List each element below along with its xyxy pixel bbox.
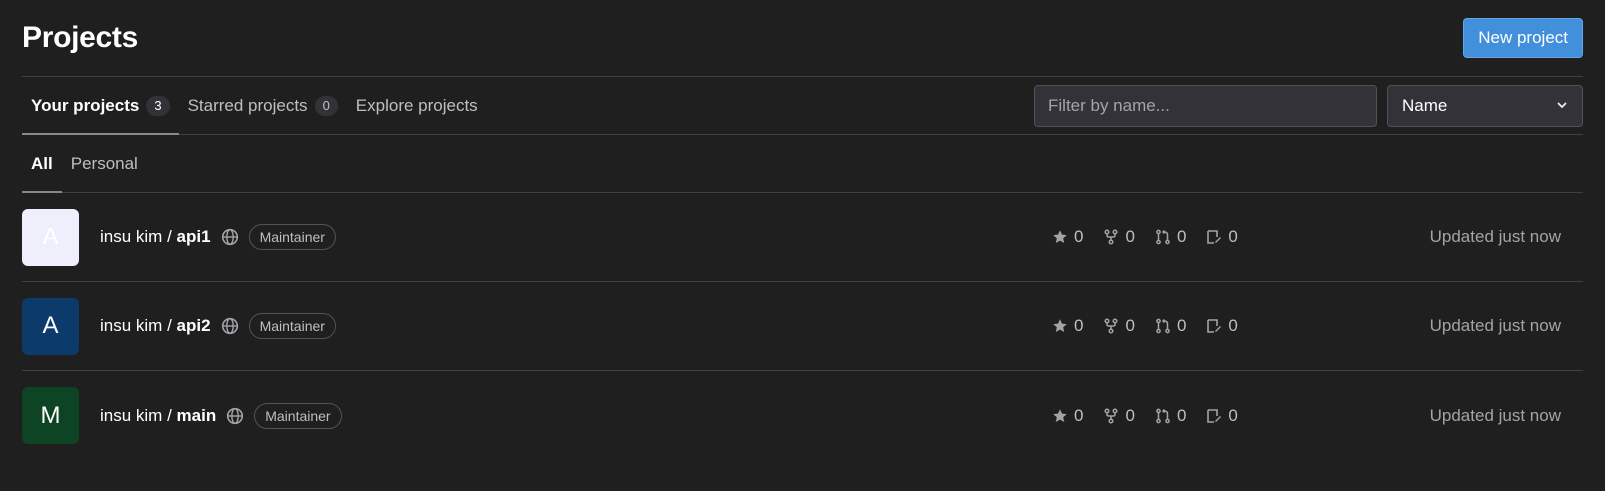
forks-count: 0 bbox=[1125, 405, 1135, 425]
star-icon bbox=[1053, 230, 1067, 243]
issues-stat[interactable]: 0 bbox=[1206, 316, 1238, 336]
issues-count: 0 bbox=[1228, 227, 1238, 246]
project-stats: 0 0 0 0 bbox=[1052, 227, 1238, 247]
forks-stat[interactable]: 0 bbox=[1103, 227, 1135, 247]
issues-stat[interactable]: 0 bbox=[1206, 227, 1238, 247]
fork-icon bbox=[1104, 318, 1119, 334]
project-namespace: insu kim / bbox=[100, 316, 177, 335]
filters: Name bbox=[1034, 77, 1583, 134]
tab-starred-projects[interactable]: Starred projects 0 bbox=[179, 77, 347, 134]
project-info: insu kim / api2 Maintainer bbox=[100, 313, 1583, 339]
project-stats: 0 0 0 0 bbox=[1052, 316, 1238, 336]
merge-requests-stat[interactable]: 0 bbox=[1155, 227, 1186, 247]
tab-count-badge: 0 bbox=[314, 95, 338, 116]
star-icon bbox=[1053, 408, 1067, 422]
stars-count: 0 bbox=[1074, 316, 1084, 335]
merge-requests-count: 0 bbox=[1176, 316, 1187, 335]
stars-stat[interactable]: 0 bbox=[1052, 316, 1083, 336]
project-avatar[interactable]: M bbox=[22, 387, 79, 444]
chevron-down-icon bbox=[1556, 96, 1568, 116]
subtab-personal[interactable]: Personal bbox=[62, 135, 147, 192]
role-badge: Maintainer bbox=[254, 402, 342, 429]
forks-count: 0 bbox=[1125, 316, 1135, 335]
forks-stat[interactable]: 0 bbox=[1103, 405, 1135, 426]
project-repo-name: api1 bbox=[176, 227, 211, 246]
merge-request-icon bbox=[1156, 229, 1170, 245]
project-list: A insu kim / api1 Maintainer 0 0 0 0 Upd… bbox=[22, 193, 1583, 460]
project-name-link[interactable]: insu kim / api1 bbox=[100, 227, 211, 247]
merge-requests-count: 0 bbox=[1176, 227, 1187, 246]
tab-explore-projects[interactable]: Explore projects bbox=[347, 77, 487, 134]
projects-page: Projects New project Your projects 3 Sta… bbox=[0, 0, 1605, 491]
forks-count: 0 bbox=[1125, 227, 1135, 246]
merge-requests-count: 0 bbox=[1176, 405, 1187, 425]
project-name-link[interactable]: insu kim / api2 bbox=[100, 316, 211, 336]
sort-dropdown[interactable]: Name bbox=[1387, 84, 1583, 127]
merge-request-icon bbox=[1156, 408, 1170, 423]
updated-timestamp: Updated just now bbox=[1429, 316, 1561, 335]
projects-tabs-bar: Your projects 3 Starred projects 0 Explo… bbox=[22, 76, 1583, 135]
merge-requests-stat[interactable]: 0 bbox=[1155, 406, 1186, 426]
fork-icon bbox=[1104, 407, 1119, 424]
issues-icon bbox=[1207, 230, 1222, 244]
merge-request-icon bbox=[1156, 318, 1170, 334]
project-stats: 0 0 0 0 bbox=[1052, 406, 1238, 426]
project-info: insu kim / main Maintainer bbox=[100, 402, 1583, 429]
project-namespace: insu kim / bbox=[100, 227, 177, 246]
stars-stat[interactable]: 0 bbox=[1052, 406, 1083, 426]
issues-icon bbox=[1207, 408, 1222, 423]
sort-value: Name bbox=[1402, 95, 1448, 115]
stars-stat[interactable]: 0 bbox=[1052, 227, 1083, 247]
issues-count: 0 bbox=[1228, 316, 1238, 335]
tab-label: Your projects bbox=[31, 95, 140, 115]
forks-stat[interactable]: 0 bbox=[1103, 316, 1135, 336]
tab-your-projects[interactable]: Your projects 3 bbox=[22, 77, 179, 135]
subtab-all[interactable]: All bbox=[22, 135, 62, 193]
new-project-button[interactable]: New project bbox=[1463, 18, 1583, 58]
star-icon bbox=[1053, 319, 1067, 332]
stars-count: 0 bbox=[1074, 405, 1084, 425]
project-repo-name: api2 bbox=[176, 316, 211, 335]
stars-count: 0 bbox=[1074, 227, 1084, 246]
project-avatar[interactable]: A bbox=[22, 297, 79, 355]
updated-timestamp: Updated just now bbox=[1429, 227, 1561, 246]
tab-label: Explore projects bbox=[355, 95, 478, 115]
updated-timestamp: Updated just now bbox=[1429, 405, 1561, 425]
project-repo-name: main bbox=[176, 405, 217, 425]
project-row: A insu kim / api1 Maintainer 0 0 0 0 Upd… bbox=[22, 193, 1583, 282]
role-badge: Maintainer bbox=[248, 224, 336, 250]
projects-tabs: Your projects 3 Starred projects 0 Explo… bbox=[22, 77, 487, 135]
tab-label: Starred projects bbox=[187, 95, 308, 115]
fork-icon bbox=[1104, 229, 1119, 245]
role-badge: Maintainer bbox=[248, 313, 336, 339]
project-namespace: insu kim / bbox=[100, 405, 177, 425]
globe-icon bbox=[221, 317, 239, 335]
project-info: insu kim / api1 Maintainer bbox=[100, 224, 1583, 250]
globe-icon bbox=[221, 228, 239, 246]
globe-icon bbox=[226, 407, 244, 425]
page-title: Projects bbox=[22, 21, 138, 54]
issues-icon bbox=[1207, 319, 1222, 333]
tab-count-badge: 3 bbox=[146, 95, 170, 116]
project-name-link[interactable]: insu kim / main bbox=[100, 406, 216, 426]
project-row: M insu kim / main Maintainer 0 0 0 0 Upd… bbox=[22, 371, 1583, 460]
page-header: Projects New project bbox=[22, 0, 1583, 76]
project-row: A insu kim / api2 Maintainer 0 0 0 0 Upd… bbox=[22, 282, 1583, 371]
issues-stat[interactable]: 0 bbox=[1206, 405, 1238, 426]
merge-requests-stat[interactable]: 0 bbox=[1155, 316, 1186, 336]
project-subtabs: All Personal bbox=[22, 135, 1583, 193]
project-avatar[interactable]: A bbox=[22, 208, 79, 266]
issues-count: 0 bbox=[1228, 405, 1238, 425]
filter-by-name-input[interactable] bbox=[1034, 84, 1377, 127]
